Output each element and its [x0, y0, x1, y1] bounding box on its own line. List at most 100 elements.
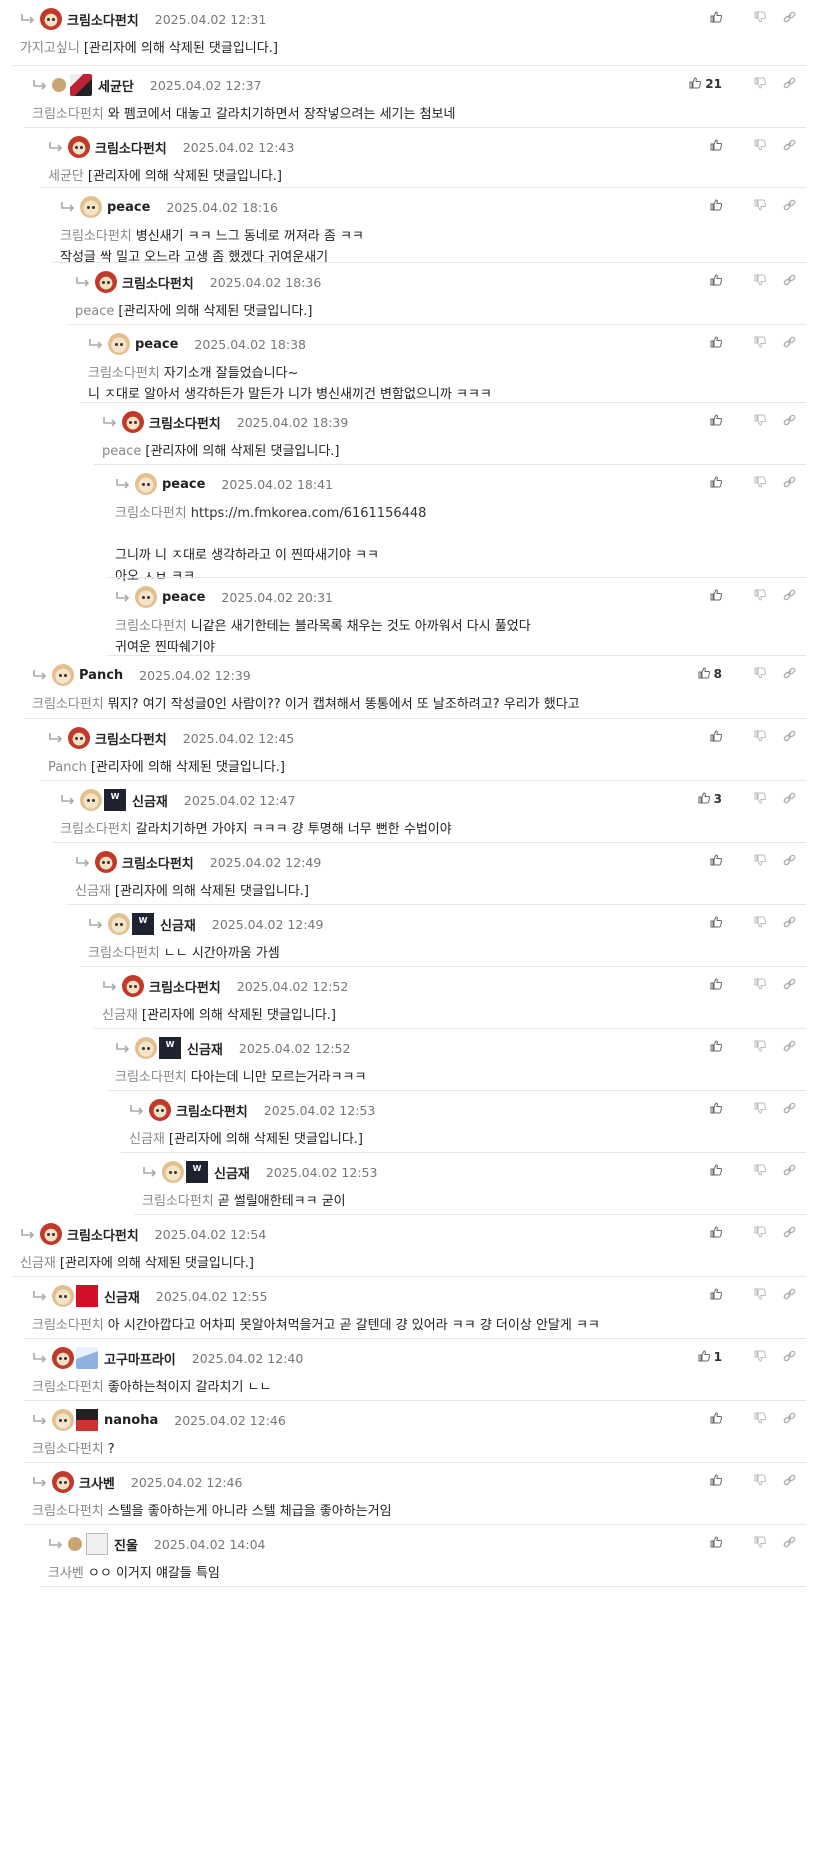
- avatar[interactable]: [52, 664, 74, 686]
- reply-mention[interactable]: 크림소다펀치: [32, 697, 104, 712]
- downvote-button[interactable]: [736, 1285, 767, 1305]
- reply-mention[interactable]: Panch: [48, 760, 87, 775]
- permalink-button[interactable]: [766, 1223, 796, 1243]
- permalink-button[interactable]: [766, 789, 796, 809]
- reply-mention[interactable]: 신금재: [20, 1256, 56, 1271]
- downvote-button[interactable]: [736, 8, 767, 28]
- downvote-button[interactable]: [736, 1161, 767, 1181]
- upvote-button[interactable]: [710, 8, 736, 28]
- author-name[interactable]: 진울: [114, 1535, 138, 1554]
- author-name[interactable]: peace: [162, 477, 205, 492]
- downvote-button[interactable]: [736, 586, 767, 606]
- reply-mention[interactable]: 신금재: [129, 1132, 165, 1147]
- avatar[interactable]: [149, 1099, 171, 1121]
- downvote-button[interactable]: [736, 411, 767, 431]
- avatar[interactable]: [52, 1471, 74, 1493]
- permalink-button[interactable]: [766, 196, 796, 216]
- reply-mention[interactable]: 크림소다펀치: [60, 822, 132, 837]
- author-name[interactable]: 신금재: [104, 1287, 140, 1306]
- author-name[interactable]: 신금재: [214, 1163, 250, 1182]
- avatar[interactable]: [40, 8, 62, 30]
- author-name[interactable]: peace: [107, 200, 150, 215]
- permalink-button[interactable]: [766, 136, 796, 156]
- avatar[interactable]: [162, 1161, 184, 1183]
- upvote-button[interactable]: 21: [689, 74, 736, 94]
- reply-mention[interactable]: 가지고싶니: [20, 41, 80, 56]
- avatar[interactable]: [95, 271, 117, 293]
- permalink-button[interactable]: [766, 1099, 796, 1119]
- permalink-button[interactable]: [766, 1347, 796, 1367]
- permalink-button[interactable]: [766, 1285, 796, 1305]
- reply-mention[interactable]: 크림소다펀치: [32, 107, 104, 122]
- reply-mention[interactable]: peace: [75, 304, 114, 319]
- downvote-button[interactable]: [736, 1471, 767, 1491]
- upvote-button[interactable]: 3: [698, 789, 736, 809]
- avatar[interactable]: [52, 1347, 74, 1369]
- downvote-button[interactable]: [736, 473, 767, 493]
- downvote-button[interactable]: [736, 1409, 767, 1429]
- avatar[interactable]: [135, 1037, 157, 1059]
- avatar[interactable]: [122, 411, 144, 433]
- permalink-button[interactable]: [766, 664, 796, 684]
- upvote-button[interactable]: [710, 271, 736, 291]
- avatar[interactable]: [135, 473, 157, 495]
- reply-mention[interactable]: 크림소다펀치: [88, 366, 160, 381]
- reply-mention[interactable]: 크림소다펀치: [115, 619, 187, 634]
- downvote-button[interactable]: [736, 136, 767, 156]
- upvote-button[interactable]: [710, 1223, 736, 1243]
- reply-mention[interactable]: 크림소다펀치: [32, 1318, 104, 1333]
- downvote-button[interactable]: [736, 1533, 767, 1553]
- permalink-button[interactable]: [766, 1161, 796, 1181]
- permalink-button[interactable]: [766, 473, 796, 493]
- author-name[interactable]: 크림소다펀치: [176, 1101, 248, 1120]
- downvote-button[interactable]: [736, 664, 767, 684]
- avatar[interactable]: [135, 586, 157, 608]
- reply-mention[interactable]: 크림소다펀치: [60, 229, 132, 244]
- avatar[interactable]: [80, 196, 102, 218]
- author-name[interactable]: 크림소다펀치: [67, 10, 139, 29]
- upvote-button[interactable]: [710, 1161, 736, 1181]
- avatar[interactable]: [40, 1223, 62, 1245]
- reply-mention[interactable]: 크림소다펀치: [88, 946, 160, 961]
- permalink-button[interactable]: [766, 1471, 796, 1491]
- upvote-button[interactable]: [710, 473, 736, 493]
- upvote-button[interactable]: [710, 1471, 736, 1491]
- avatar[interactable]: [80, 789, 102, 811]
- author-name[interactable]: nanoha: [104, 1413, 158, 1428]
- reply-mention[interactable]: 크림소다펀치: [142, 1194, 214, 1209]
- author-name[interactable]: 크림소다펀치: [95, 138, 167, 157]
- permalink-button[interactable]: [766, 333, 796, 353]
- upvote-button[interactable]: [710, 1533, 736, 1553]
- downvote-button[interactable]: [736, 913, 767, 933]
- upvote-button[interactable]: [710, 1285, 736, 1305]
- permalink-button[interactable]: [766, 1037, 796, 1057]
- reply-mention[interactable]: 크사벤: [48, 1566, 84, 1581]
- downvote-button[interactable]: [736, 333, 767, 353]
- author-name[interactable]: peace: [135, 337, 178, 352]
- upvote-button[interactable]: [710, 196, 736, 216]
- permalink-button[interactable]: [766, 727, 796, 747]
- permalink-button[interactable]: [766, 271, 796, 291]
- reply-mention[interactable]: 신금재: [102, 1008, 138, 1023]
- author-name[interactable]: 크림소다펀치: [149, 413, 221, 432]
- author-name[interactable]: 크림소다펀치: [122, 273, 194, 292]
- downvote-button[interactable]: [736, 1347, 767, 1367]
- downvote-button[interactable]: [736, 789, 767, 809]
- permalink-button[interactable]: [766, 1533, 796, 1553]
- downvote-button[interactable]: [736, 1037, 767, 1057]
- upvote-button[interactable]: [710, 727, 736, 747]
- author-name[interactable]: 크림소다펀치: [67, 1225, 139, 1244]
- author-name[interactable]: 크림소다펀치: [95, 729, 167, 748]
- downvote-button[interactable]: [736, 74, 767, 94]
- upvote-button[interactable]: [710, 1099, 736, 1119]
- upvote-button[interactable]: [710, 333, 736, 353]
- upvote-button[interactable]: [710, 411, 736, 431]
- reply-mention[interactable]: 크림소다펀치: [115, 1070, 187, 1085]
- avatar[interactable]: [68, 727, 90, 749]
- upvote-button[interactable]: [710, 851, 736, 871]
- author-name[interactable]: 신금재: [187, 1039, 223, 1058]
- reply-mention[interactable]: peace: [102, 444, 141, 459]
- permalink-button[interactable]: [766, 8, 796, 28]
- author-name[interactable]: 세균단: [98, 76, 134, 95]
- author-name[interactable]: 신금재: [160, 915, 196, 934]
